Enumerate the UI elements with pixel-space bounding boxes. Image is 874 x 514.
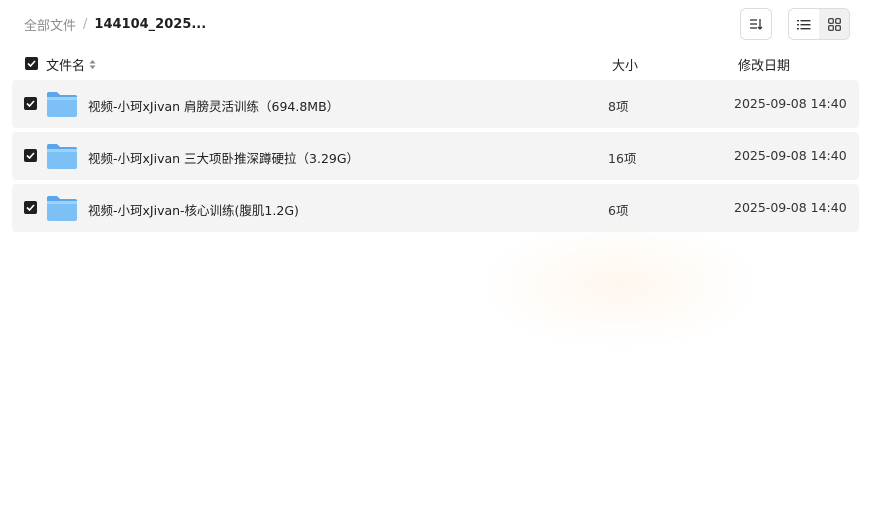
file-date: 2025-09-08 14:40 [734,96,847,111]
date-column-header[interactable]: 修改日期 [738,55,790,74]
file-name[interactable]: 视频-小珂xJivan 三大项卧推深蹲硬拉（3.29G） [88,148,359,167]
size-column-header[interactable]: 大小 [612,55,638,74]
checkmark-icon [26,152,35,159]
table-row[interactable]: 视频-小珂xJivan 三大项卧推深蹲硬拉（3.29G） 16项 2025-09… [12,132,859,180]
sort-caret-icon [89,59,96,70]
breadcrumb: 全部文件 / 144104_2025... [24,14,206,34]
row-checkbox[interactable] [24,149,37,162]
sort-icon [750,19,763,30]
background-glow [480,220,760,350]
breadcrumb-separator: / [83,16,88,32]
name-column-label: 文件名 [46,59,86,74]
sort-button[interactable] [740,8,772,40]
table-header: 文件名 大小 修改日期 [0,52,874,76]
file-size: 8项 [608,99,629,114]
grid-view-button[interactable] [819,9,849,39]
file-date: 2025-09-08 14:40 [734,200,847,215]
file-list: 视频-小珂xJivan 肩膀灵活训练（694.8MB） 8项 2025-09-0… [12,80,859,236]
breadcrumb-root[interactable]: 全部文件 [24,15,76,34]
table-row[interactable]: 视频-小珂xJivan-核心训练(腹肌1.2G) 6项 2025-09-08 1… [12,184,859,232]
file-name[interactable]: 视频-小珂xJivan-核心训练(腹肌1.2G) [88,200,299,219]
grid-view-icon [827,17,841,31]
folder-icon [47,92,77,117]
row-checkbox[interactable] [24,97,37,110]
file-name[interactable]: 视频-小珂xJivan 肩膀灵活训练（694.8MB） [88,96,339,115]
file-size: 16项 [608,151,637,166]
row-checkbox[interactable] [24,201,37,214]
list-view-icon [797,19,811,29]
checkmark-icon [27,60,36,67]
list-view-button[interactable] [789,9,819,39]
select-all-checkbox[interactable] [25,57,38,70]
file-size: 6项 [608,203,629,218]
table-row[interactable]: 视频-小珂xJivan 肩膀灵活训练（694.8MB） 8项 2025-09-0… [12,80,859,128]
folder-icon [47,196,77,221]
breadcrumb-current: 144104_2025... [94,16,207,32]
folder-icon [47,144,77,169]
checkmark-icon [26,204,35,211]
name-column-header[interactable]: 文件名 [46,55,96,74]
file-browser: 全部文件 / 144104_2025... 文件名 大小 修改日期 视频-小珂x… [0,0,874,514]
view-toggle [788,8,850,40]
file-date: 2025-09-08 14:40 [734,148,847,163]
checkmark-icon [26,100,35,107]
